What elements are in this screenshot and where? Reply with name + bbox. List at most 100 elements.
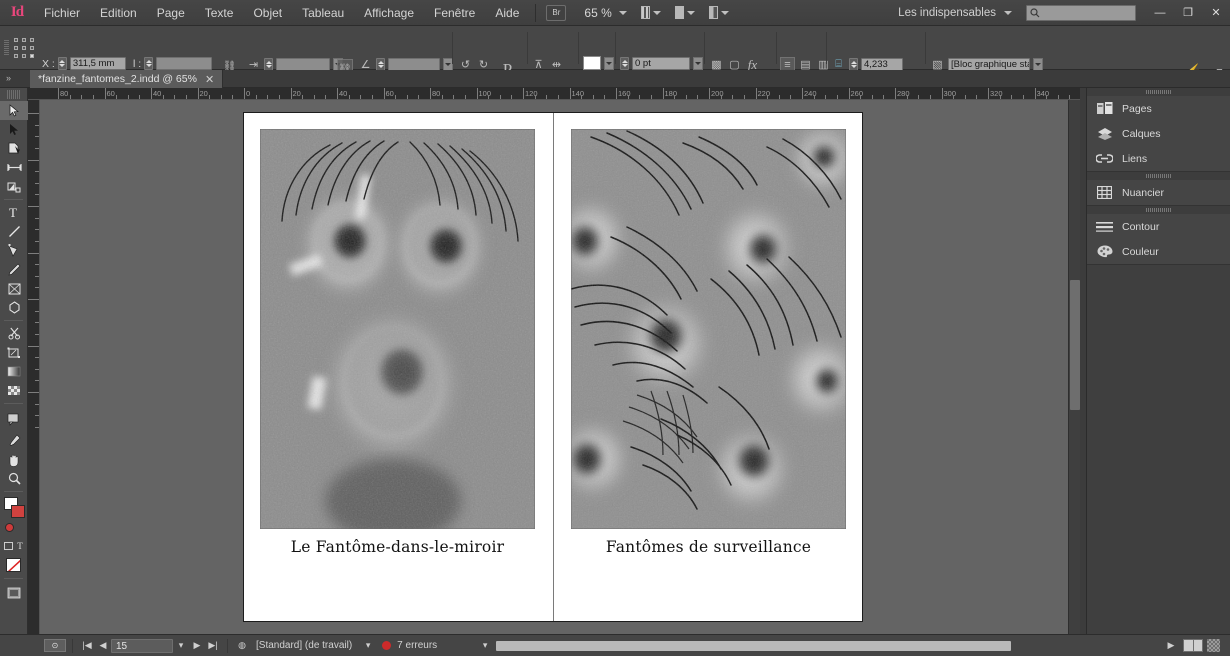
preflight-profile-icon[interactable]: ◍ — [234, 639, 250, 653]
tools-panel-grip[interactable] — [7, 90, 20, 99]
artwork-right[interactable] — [571, 129, 846, 529]
workspace-switcher[interactable]: Les indispensables — [898, 7, 1012, 19]
content-collector-tool[interactable] — [0, 177, 28, 196]
search-input[interactable] — [1026, 4, 1136, 21]
vertical-scrollbar[interactable] — [1068, 100, 1080, 634]
hand-tool[interactable] — [0, 450, 28, 469]
view-options-icon[interactable] — [674, 4, 695, 21]
formatting-affects-toggle[interactable]: T — [0, 537, 27, 555]
bridge-icon[interactable]: Br — [546, 4, 567, 21]
ruler-label: 20 — [292, 89, 301, 98]
width-field[interactable] — [156, 57, 213, 70]
preflight-dropdown[interactable]: ▾ — [477, 639, 493, 653]
scroll-right-button[interactable]: ▶ — [1163, 639, 1179, 653]
minimize-button[interactable]: — — [1146, 3, 1174, 23]
menu-fichier[interactable]: Fichier — [34, 0, 90, 26]
fill-dropdown[interactable] — [604, 56, 614, 70]
spread-view-icon[interactable] — [1183, 639, 1203, 652]
page-number-field[interactable]: 15 — [111, 638, 173, 653]
direct-selection-tool[interactable] — [0, 120, 28, 139]
chevron-down-icon — [652, 10, 661, 15]
stroke-weight-field[interactable]: 0 pt — [632, 57, 690, 70]
gradient-swatch-tool[interactable] — [0, 362, 28, 381]
ruler-tick — [383, 88, 385, 99]
dock-group-swatches: Nuancier — [1087, 172, 1230, 206]
stroke-weight-dropdown[interactable] — [693, 57, 703, 70]
artwork-left[interactable] — [260, 129, 535, 529]
apply-none-button[interactable] — [0, 555, 27, 575]
dock-item-pages[interactable]: Pages — [1087, 96, 1230, 121]
control-panel-grip[interactable] — [4, 40, 9, 56]
document-canvas[interactable]: Le Fantôme-dans-le-miroir Fantômes de su… — [40, 100, 1080, 634]
dock-item-liens[interactable]: Liens — [1087, 146, 1230, 171]
screen-mode-tool[interactable] — [0, 582, 28, 604]
stroke-weight-stepper[interactable] — [620, 57, 629, 70]
note-tool[interactable] — [0, 407, 28, 431]
horizontal-scrollbar-thumb[interactable] — [496, 641, 1011, 651]
fill-swatch[interactable] — [583, 56, 601, 70]
dock-item-contour[interactable]: Contour — [1087, 214, 1230, 239]
free-transform-tool[interactable] — [0, 343, 28, 362]
dock-item-calques[interactable]: Calques — [1087, 121, 1230, 146]
menu-objet[interactable]: Objet — [243, 0, 292, 26]
close-icon[interactable]: ✕ — [205, 73, 214, 86]
dock-group-grip[interactable] — [1087, 206, 1230, 214]
type-tool[interactable]: T — [0, 203, 28, 222]
horizontal-ruler[interactable]: 80 60 40 20 0 20 40 60 80 100 120 140 160 180 200 220 24… — [28, 88, 1080, 100]
restore-button[interactable]: ❐ — [1174, 3, 1202, 23]
width-label: l : — [133, 57, 142, 70]
previous-page-button[interactable]: ◀ — [95, 639, 111, 653]
gap-tool[interactable] — [0, 158, 28, 177]
gradient-feather-tool[interactable] — [0, 381, 28, 400]
caption-right[interactable]: Fantômes de surveillance — [571, 538, 846, 556]
ruler-label: 40 — [153, 89, 162, 98]
menu-page[interactable]: Page — [147, 0, 195, 26]
x-stepper[interactable] — [57, 57, 67, 70]
menu-fenetre[interactable]: Fenêtre — [424, 0, 485, 26]
fill-stroke-swatches[interactable] — [0, 495, 27, 523]
pen-tool[interactable] — [0, 241, 28, 260]
master-page-label: [Standard] (de travail) — [256, 640, 353, 651]
screen-mode-icon[interactable] — [640, 4, 661, 21]
menu-aide[interactable]: Aide — [485, 0, 529, 26]
first-page-button[interactable]: |◀ — [79, 639, 95, 653]
caption-left[interactable]: Le Fantôme-dans-le-miroir — [260, 538, 535, 556]
expand-panels-icon[interactable]: » — [6, 73, 11, 83]
default-swap-colors[interactable] — [0, 523, 27, 537]
reference-point-proxy[interactable] — [14, 38, 36, 60]
dock-item-nuancier[interactable]: Nuancier — [1087, 180, 1230, 205]
page-number-dropdown[interactable]: ▾ — [173, 639, 189, 653]
vertical-ruler[interactable]: 020406080100120 — [28, 100, 40, 634]
x-position-field[interactable]: 311,5 mm — [69, 57, 126, 70]
zoom-level-control[interactable]: 65 % — [584, 6, 627, 20]
menu-tableau[interactable]: Tableau — [292, 0, 354, 26]
menu-texte[interactable]: Texte — [195, 0, 244, 26]
line-tool[interactable] — [0, 222, 28, 241]
menu-affichage[interactable]: Affichage — [354, 0, 424, 26]
arrange-documents-icon[interactable] — [708, 4, 729, 21]
last-page-button[interactable]: ▶| — [205, 639, 221, 653]
scissors-tool[interactable] — [0, 324, 28, 343]
width-stepper[interactable] — [144, 57, 154, 70]
eyedropper-tool[interactable] — [0, 431, 28, 450]
chevron-down-icon — [1004, 10, 1012, 15]
page-tool[interactable] — [0, 139, 28, 158]
resize-grip-icon[interactable] — [1207, 639, 1220, 652]
rectangle-frame-tool[interactable] — [0, 279, 28, 298]
close-button[interactable]: ✕ — [1202, 3, 1230, 23]
links-icon — [1096, 151, 1113, 166]
dock-group-grip[interactable] — [1087, 88, 1230, 96]
dock-group-grip[interactable] — [1087, 172, 1230, 180]
pencil-tool[interactable] — [0, 260, 28, 279]
vertical-scrollbar-thumb[interactable] — [1070, 280, 1080, 410]
menu-edition[interactable]: Edition — [90, 0, 147, 26]
preflight-status-icon[interactable]: ⊙ — [44, 639, 66, 652]
tool-divider — [4, 199, 23, 200]
zoom-tool[interactable] — [0, 469, 28, 488]
next-page-button[interactable]: ▶ — [189, 639, 205, 653]
document-tab[interactable]: *fanzine_fantomes_2.indd @ 65% ✕ — [30, 70, 224, 88]
selection-tool[interactable] — [0, 101, 28, 120]
dock-item-couleur[interactable]: Couleur — [1087, 239, 1230, 264]
polygon-tool[interactable] — [0, 298, 28, 317]
master-page-dropdown[interactable]: ▾ — [360, 639, 376, 653]
